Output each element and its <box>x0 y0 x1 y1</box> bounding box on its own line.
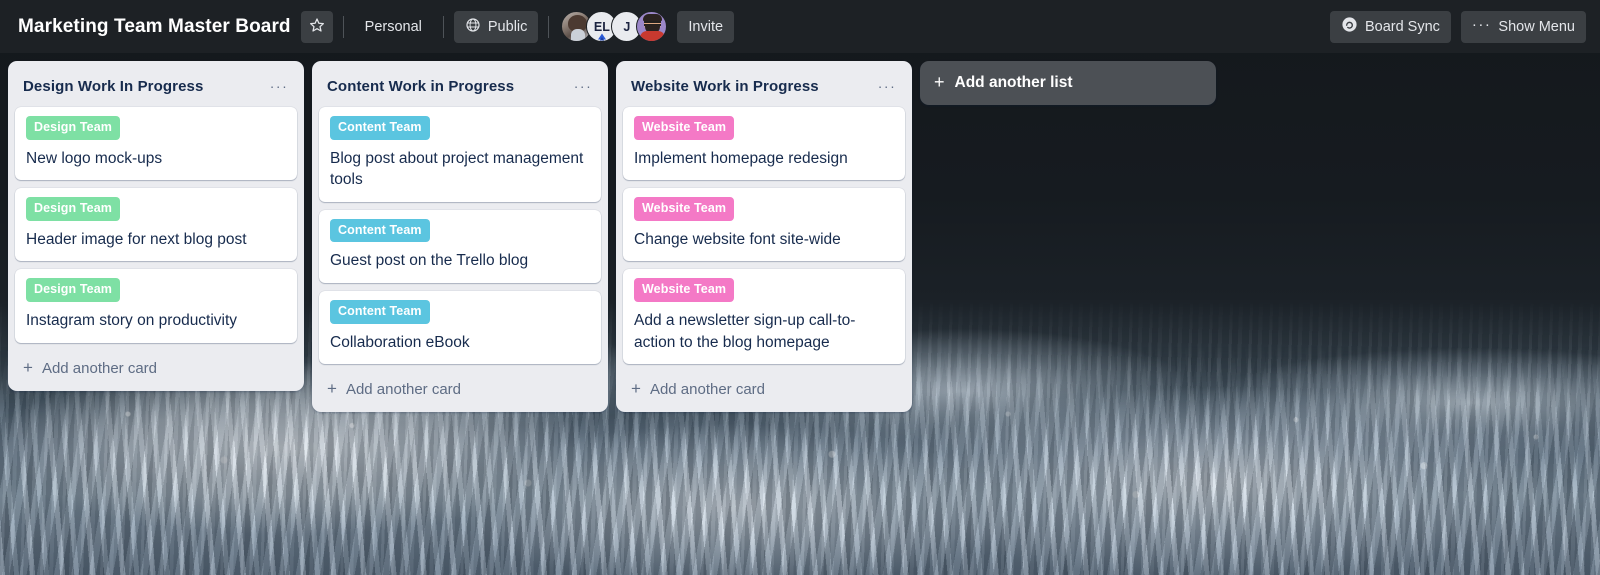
card[interactable]: Website Team Change website font site-wi… <box>623 188 905 262</box>
plus-icon: + <box>327 379 337 399</box>
globe-icon <box>465 17 481 37</box>
workspace-label: Personal <box>364 18 422 35</box>
card-label[interactable]: Content Team <box>330 300 430 324</box>
card-title: New logo mock-ups <box>26 149 163 167</box>
card-title: Guest post on the Trello blog <box>330 252 529 270</box>
board-sync-label: Board Sync <box>1364 18 1440 35</box>
member-avatar-group: EL J <box>561 11 668 42</box>
card-label[interactable]: Design Team <box>26 197 120 221</box>
workspace-button[interactable]: Personal <box>354 11 433 43</box>
card[interactable]: Content Team Guest post on the Trello bl… <box>319 209 601 284</box>
show-menu-label: Show Menu <box>1498 18 1575 35</box>
card-label[interactable]: Design Team <box>26 116 120 140</box>
card[interactable]: Website Team Add a newsletter sign-up ca… <box>623 269 905 365</box>
card-label[interactable]: Content Team <box>330 116 430 140</box>
card[interactable]: Content Team Blog post about project man… <box>319 107 601 202</box>
plus-icon: + <box>934 72 945 92</box>
add-list-button[interactable]: + Add another list <box>920 61 1216 105</box>
card[interactable]: Design Team Instagram story on productiv… <box>15 269 297 343</box>
sync-circle-icon <box>1341 16 1358 37</box>
card-title: Add a newsletter sign-up call-to-action … <box>634 311 856 351</box>
card-title: Blog post about project management tools <box>330 149 584 189</box>
page-title: Marketing Team Master Board <box>18 15 291 37</box>
invite-label: Invite <box>688 18 724 35</box>
add-card-label: Add another card <box>345 381 462 399</box>
list-title: Content Work in Progress <box>327 77 515 95</box>
plus-icon: + <box>23 357 33 377</box>
list-menu-icon[interactable]: ··· <box>571 75 595 97</box>
member-cartoon-avatar[interactable] <box>636 11 668 42</box>
member-j-initials: J <box>623 19 631 34</box>
star-board-button[interactable] <box>300 10 333 43</box>
board-lists-container: Design Work In Progress ··· Design Team … <box>0 53 1600 413</box>
card[interactable]: Website Team Implement homepage redesign <box>623 107 905 181</box>
card[interactable]: Design Team Header image for next blog p… <box>15 188 297 262</box>
add-card-button[interactable]: + Add another card <box>623 372 905 412</box>
board-sync-button[interactable]: Board Sync <box>1329 10 1451 43</box>
card-title: Instagram story on productivity <box>26 311 238 329</box>
star-outline-icon <box>309 17 325 37</box>
list-menu-icon[interactable]: ··· <box>267 75 291 97</box>
add-list-label: Add another list <box>954 74 1073 91</box>
card-label[interactable]: Content Team <box>330 218 430 243</box>
card-label[interactable]: Website Team <box>634 197 735 221</box>
card-title: Collaboration eBook <box>330 333 470 351</box>
cartoon-shirt <box>640 31 666 41</box>
add-card-button[interactable]: + Add another card <box>319 372 601 412</box>
card[interactable]: Design Team New logo mock-ups <box>15 107 297 181</box>
card-label[interactable]: Website Team <box>634 116 735 140</box>
plus-icon: + <box>631 379 641 399</box>
trello-board-app: Marketing Team Master Board Personal Pub… <box>0 0 1600 575</box>
card-title: Change website font site-wide <box>634 230 841 248</box>
list-website-work-in-progress: Website Work in Progress ··· Website Tea… <box>616 61 912 413</box>
header-divider-3 <box>548 15 550 38</box>
add-card-label: Add another card <box>649 381 766 399</box>
list-design-work-in-progress: Design Work In Progress ··· Design Team … <box>8 61 304 391</box>
header-divider-1 <box>342 15 344 38</box>
visibility-label: Public <box>487 18 528 35</box>
card[interactable]: Content Team Collaboration eBook <box>319 291 601 365</box>
card-label[interactable]: Design Team <box>26 278 120 302</box>
invite-button[interactable]: Invite <box>677 10 735 43</box>
list-header: Website Work in Progress ··· <box>623 68 905 107</box>
visibility-button[interactable]: Public <box>453 10 539 43</box>
add-card-label: Add another card <box>41 359 158 377</box>
header-divider-2 <box>442 15 444 38</box>
list-header: Design Work In Progress ··· <box>15 68 297 107</box>
atlassian-badge-icon <box>596 31 608 41</box>
board-header: Marketing Team Master Board Personal Pub… <box>0 0 1600 53</box>
card-title: Implement homepage redesign <box>634 149 848 167</box>
list-header: Content Work in Progress ··· <box>319 68 601 107</box>
list-title: Website Work in Progress <box>631 77 819 95</box>
card-title: Header image for next blog post <box>26 230 247 248</box>
add-card-button[interactable]: + Add another card <box>15 351 297 391</box>
cartoon-hair <box>643 14 663 21</box>
ellipsis-icon: ··· <box>1471 16 1492 33</box>
list-content-work-in-progress: Content Work in Progress ··· Content Tea… <box>312 61 608 413</box>
list-title: Design Work In Progress <box>23 77 204 95</box>
show-menu-button[interactable]: ··· Show Menu <box>1460 10 1586 43</box>
list-menu-icon[interactable]: ··· <box>875 75 899 97</box>
card-label[interactable]: Website Team <box>634 278 735 302</box>
